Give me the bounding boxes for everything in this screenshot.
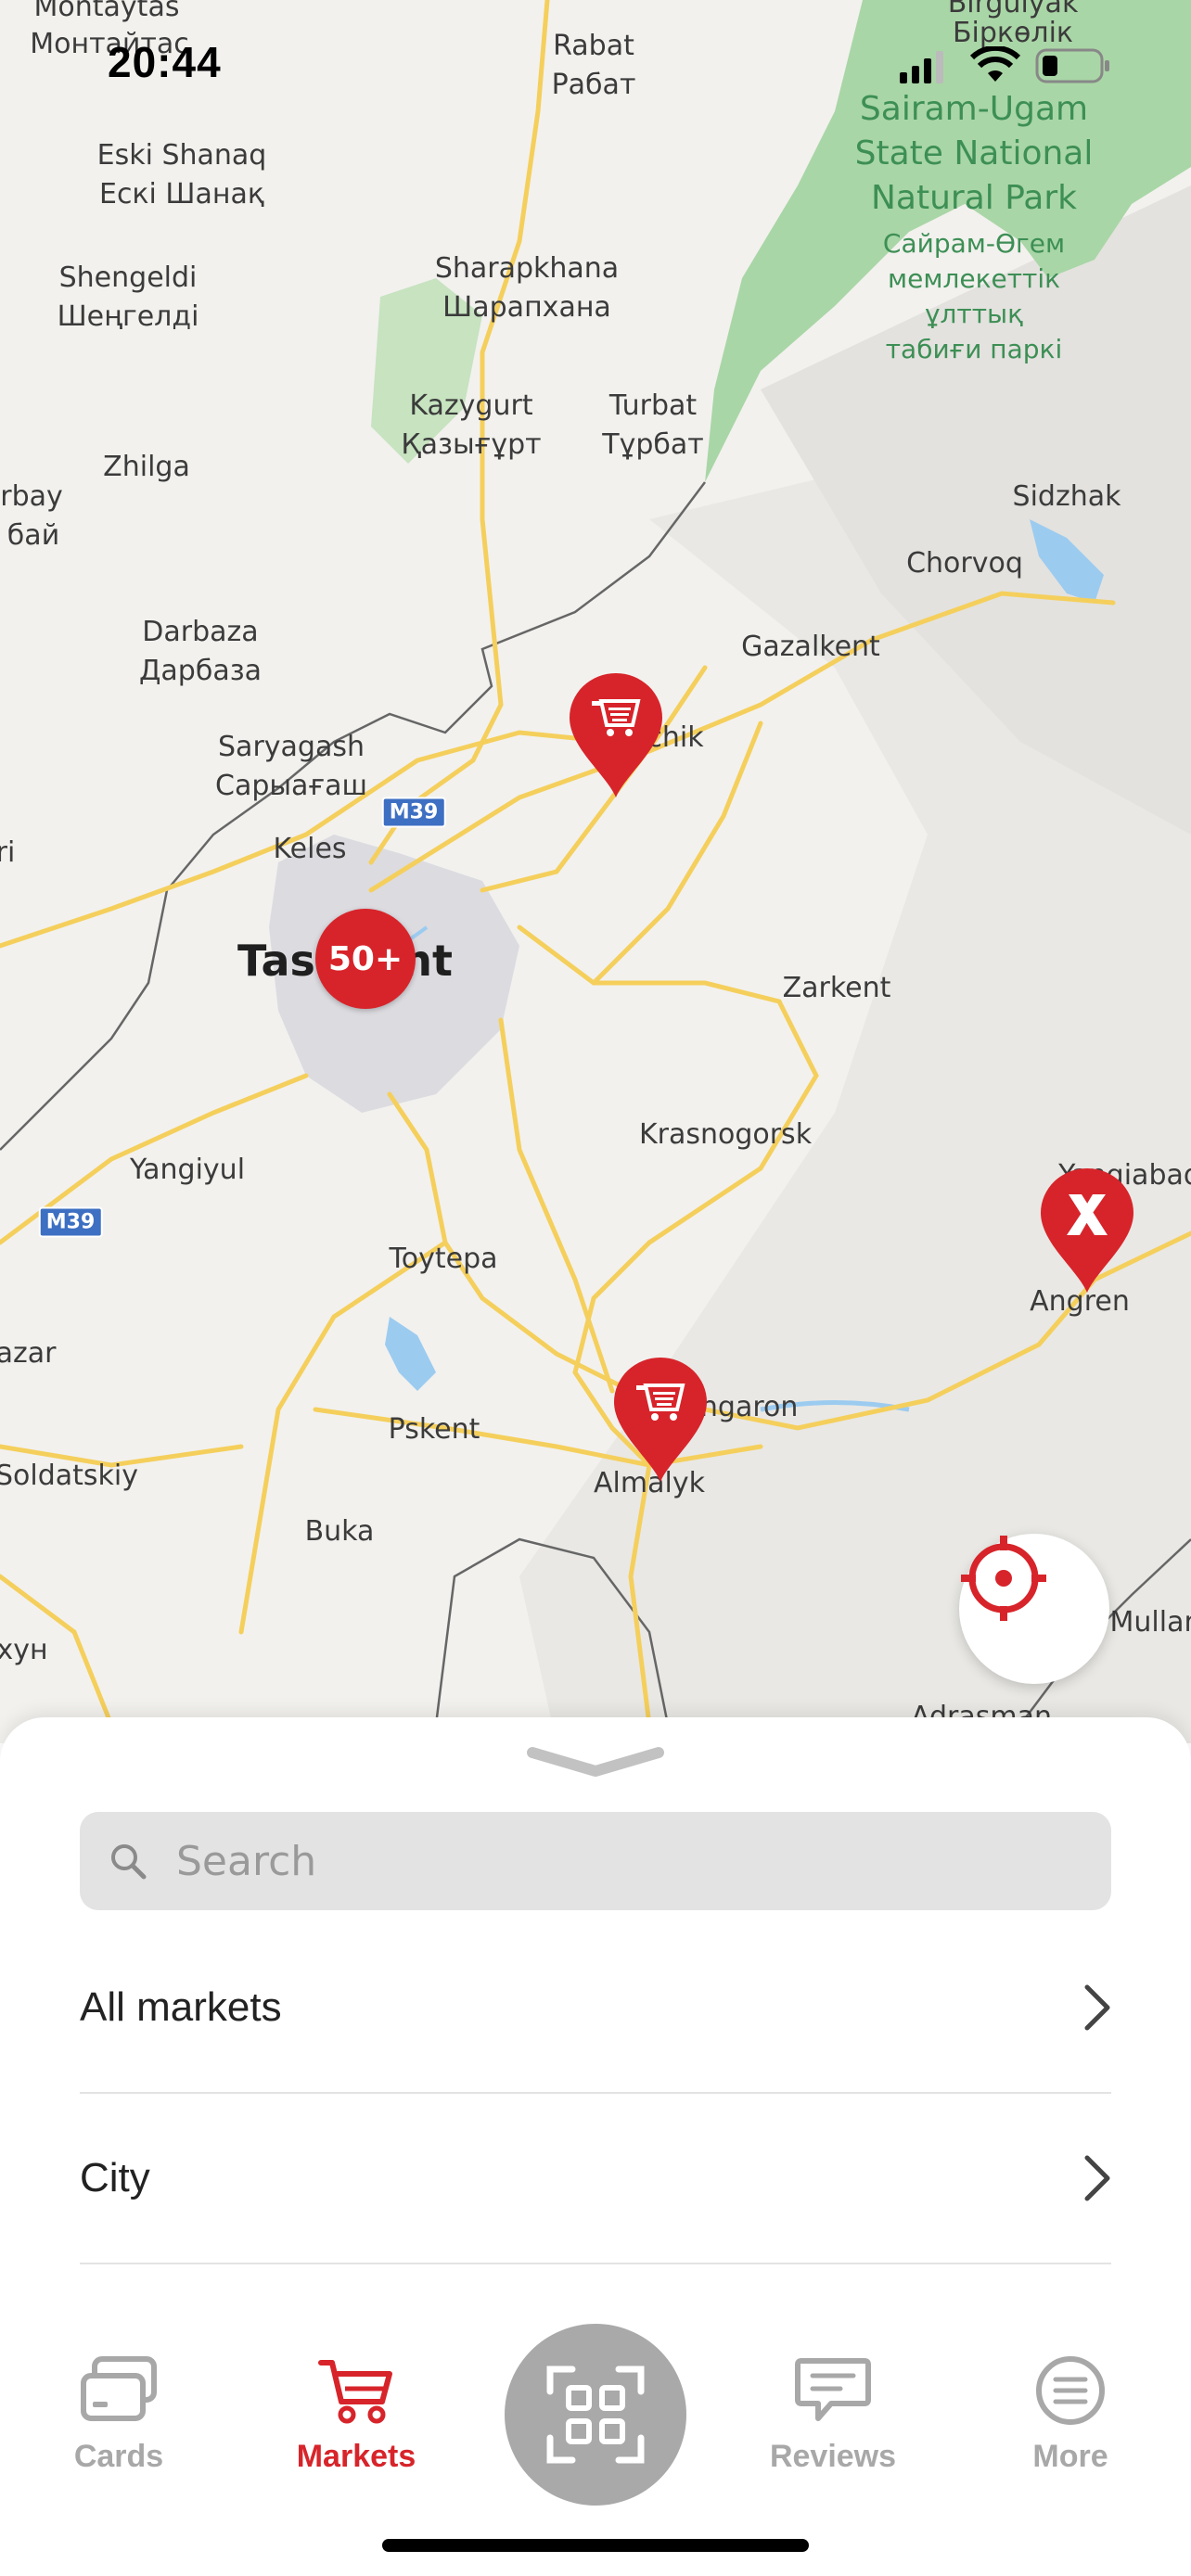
map-place-label: Keles bbox=[273, 833, 347, 865]
map-place-label: azar bbox=[0, 1337, 57, 1370]
battery-icon bbox=[1035, 48, 1109, 83]
cart-icon bbox=[570, 673, 662, 797]
map-place-label: Eski Shanaq bbox=[96, 139, 267, 172]
map-place-label: хун bbox=[0, 1634, 48, 1666]
my-location-button[interactable] bbox=[959, 1534, 1109, 1684]
crosshair-icon bbox=[961, 1536, 1046, 1621]
map-place-label: Сарыағаш bbox=[215, 770, 367, 802]
chat-bubble-icon bbox=[795, 2358, 871, 2421]
road-shield-m39: M39 bbox=[38, 1206, 103, 1238]
map-place-label: Buka bbox=[304, 1515, 375, 1548]
tab-more-label: More bbox=[1032, 2439, 1108, 2474]
market-pin-bostanlyk[interactable] bbox=[570, 673, 662, 799]
all-markets-label: All markets bbox=[80, 1984, 282, 2030]
park-label-line: табиғи паркі bbox=[885, 334, 1063, 364]
map-place-label: Sharapkhana bbox=[434, 252, 620, 285]
chevron-right-icon bbox=[1084, 2155, 1110, 2201]
market-pin-almalyk[interactable] bbox=[614, 1358, 707, 1484]
map-place-label: Kazygurt bbox=[409, 389, 533, 422]
tab-markets-label: Markets bbox=[296, 2439, 416, 2474]
city-row[interactable]: City bbox=[80, 2094, 1111, 2264]
map-place-label: Turbat bbox=[608, 389, 698, 422]
cellular-signal-icon bbox=[900, 51, 943, 83]
map-place-label: бай bbox=[6, 519, 60, 552]
tab-more[interactable]: More bbox=[987, 2355, 1154, 2475]
map-place-label: Yangiyul bbox=[129, 1154, 246, 1186]
map-place-label: Toytepa bbox=[389, 1243, 498, 1275]
map-place-label: Шарапхана bbox=[442, 291, 611, 324]
map-view[interactable]: Montaytas Монтайтас Rabat Рабат Birgulyak Бір… bbox=[0, 0, 1191, 1743]
map-place-label: Gazalkent bbox=[741, 631, 880, 663]
map-place-label: Soldatskiy bbox=[0, 1460, 139, 1492]
qr-code-icon bbox=[546, 2366, 645, 2464]
all-markets-row[interactable]: All markets bbox=[80, 1923, 1111, 2094]
map-place-label: Sidzhak bbox=[1012, 480, 1121, 513]
map-place-label: Тұрбат bbox=[602, 428, 704, 461]
city-label: City bbox=[80, 2155, 150, 2200]
search-field[interactable] bbox=[80, 1812, 1111, 1910]
tab-markets[interactable]: Markets bbox=[273, 2355, 440, 2475]
park-label-kz: Сайрам-Өгем мемлекеттік ұлттық табиғи па… bbox=[883, 226, 1065, 367]
park-label-line: Natural Park bbox=[870, 179, 1078, 217]
chevron-right-icon bbox=[1084, 1984, 1110, 2031]
search-icon bbox=[111, 1844, 147, 1880]
map-place-label: ri bbox=[0, 836, 16, 869]
market-cluster[interactable]: 50+ bbox=[315, 909, 416, 1009]
tab-cards[interactable]: Cards bbox=[35, 2355, 202, 2475]
map-place-label: Darbaza bbox=[142, 616, 259, 648]
cart-icon bbox=[318, 2360, 392, 2424]
map-place-label: Қазығұрт bbox=[401, 428, 542, 461]
brand-x-icon bbox=[1041, 1168, 1133, 1293]
status-time: 20:44 bbox=[108, 38, 222, 86]
map-place-label: rbay bbox=[0, 480, 63, 513]
park-label-line: мемлекеттік bbox=[887, 263, 1061, 294]
menu-icon bbox=[1036, 2356, 1105, 2425]
park-label-line: Сайрам-Өгем bbox=[882, 228, 1066, 259]
tab-reviews-label: Reviews bbox=[769, 2439, 897, 2474]
map-place-label: Шеңгелді bbox=[57, 300, 199, 333]
map-place-label: Zhilga bbox=[103, 451, 190, 483]
tab-reviews[interactable]: Reviews bbox=[749, 2355, 916, 2475]
map-place-label: Дарбаза bbox=[138, 655, 263, 687]
map-place-label: Ескі Шанақ bbox=[98, 178, 265, 210]
wifi-icon bbox=[970, 46, 1020, 82]
map-place-label: Mullan bbox=[1109, 1606, 1191, 1639]
chevron-down-icon bbox=[527, 1747, 664, 1777]
cart-icon bbox=[614, 1358, 707, 1482]
qr-scan-button[interactable] bbox=[505, 2324, 686, 2506]
tab-cards-label: Cards bbox=[73, 2439, 164, 2474]
cards-icon bbox=[81, 2356, 157, 2421]
sheet-collapse-handle[interactable] bbox=[525, 1745, 666, 1779]
park-label-line: State National bbox=[854, 134, 1094, 172]
map-place-label: Pskent bbox=[388, 1413, 480, 1446]
search-input[interactable] bbox=[174, 1836, 1013, 1886]
status-bar: 20:44 bbox=[0, 0, 1191, 130]
map-place-label: Shengeldi bbox=[58, 261, 198, 294]
map-place-label: Krasnogorsk bbox=[638, 1118, 813, 1151]
map-place-label: Chorvoq bbox=[906, 547, 1023, 580]
market-pin-angren[interactable] bbox=[1041, 1168, 1133, 1294]
map-place-label: Saryagash bbox=[218, 731, 365, 763]
home-indicator bbox=[382, 2539, 809, 2552]
park-label-line: ұлттық bbox=[924, 299, 1024, 329]
map-place-label: Zarkent bbox=[782, 972, 891, 1004]
road-shield-m39: M39 bbox=[381, 797, 446, 828]
